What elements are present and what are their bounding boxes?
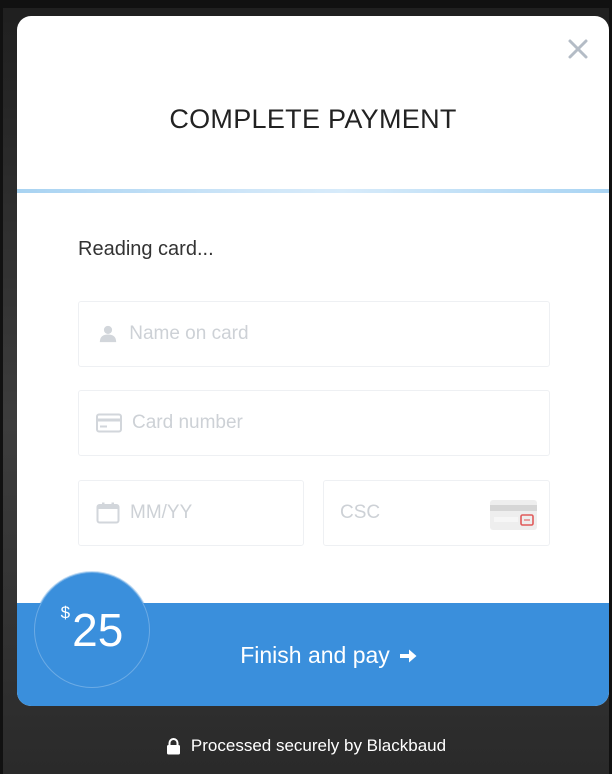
window-frame-left bbox=[0, 0, 3, 774]
arrow-right-icon bbox=[399, 649, 417, 662]
status-text: Reading card... bbox=[78, 238, 214, 260]
expiry-input[interactable] bbox=[130, 481, 303, 545]
window-frame-top bbox=[0, 0, 612, 8]
close-icon bbox=[568, 39, 588, 59]
amount-value: 25 bbox=[72, 604, 124, 656]
secure-footer-text: Processed securely by Blackbaud bbox=[190, 736, 447, 755]
amount-badge: $ 25 bbox=[34, 572, 150, 688]
finish-and-pay-button[interactable]: Finish and pay bbox=[240, 642, 418, 669]
card-number-field[interactable] bbox=[78, 390, 550, 456]
finish-and-pay-label: Finish and pay bbox=[240, 642, 390, 668]
expiry-field[interactable] bbox=[78, 480, 304, 546]
payment-modal: COMPLETE PAYMENT Reading card... Name on… bbox=[17, 16, 609, 706]
currency-symbol: $ bbox=[60, 603, 71, 622]
name-on-card-input[interactable] bbox=[129, 302, 549, 366]
secure-footer: Processed securely by Blackbaud bbox=[0, 736, 612, 756]
card-number-input[interactable] bbox=[132, 391, 549, 455]
lock-icon bbox=[166, 737, 180, 754]
close-button[interactable] bbox=[563, 34, 593, 64]
calendar-icon bbox=[96, 502, 120, 524]
modal-title: COMPLETE PAYMENT bbox=[169, 104, 457, 134]
credit-card-icon bbox=[96, 412, 122, 434]
user-icon bbox=[96, 323, 119, 345]
csc-field[interactable] bbox=[323, 480, 550, 546]
name-on-card-field[interactable] bbox=[78, 301, 550, 367]
card-back-icon bbox=[490, 500, 537, 530]
progress-line bbox=[17, 189, 609, 193]
